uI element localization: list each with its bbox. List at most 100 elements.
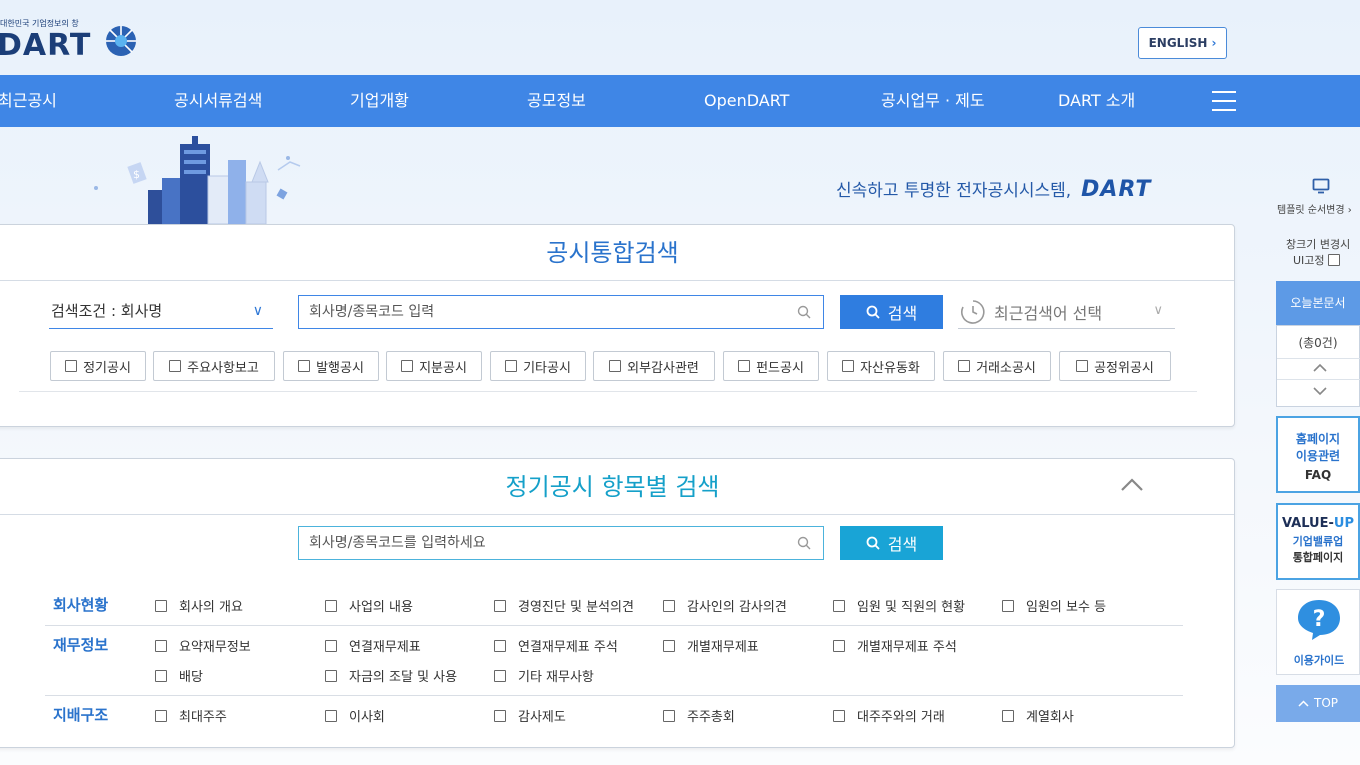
chevron-down-icon[interactable] (1313, 386, 1327, 396)
checkbox-icon (958, 360, 971, 372)
option-business-content[interactable]: 사업의 내용 (325, 596, 413, 615)
ui-fix-toggle[interactable]: UI고정 (1293, 252, 1340, 268)
nav-item-recent[interactable]: 최근공시 (0, 75, 57, 127)
company-search-input[interactable]: 회사명/종목코드 입력 (298, 295, 824, 329)
option-executives-employees[interactable]: 임원 및 직원의 현황 (833, 596, 965, 615)
nav-item-document-search[interactable]: 공시서류검색 (174, 75, 262, 127)
option-major-shareholder-transactions[interactable]: 대주주와의 거래 (833, 706, 945, 725)
chevron-down-icon: ∨ (252, 303, 263, 319)
search-condition-value: 검색조건 : 회사명 (51, 302, 163, 320)
chevron-down-icon: ∨ (1153, 303, 1163, 318)
english-button[interactable]: ENGLISH › (1138, 27, 1227, 59)
option-label: 임원 및 직원의 현황 (857, 600, 966, 615)
option-label: 감사인의 감사의견 (687, 600, 787, 615)
option-audit-system[interactable]: 감사제도 (494, 706, 566, 725)
option-dividends[interactable]: 배당 (155, 666, 203, 685)
regular-search-button[interactable]: 검색 (840, 526, 943, 560)
slogan: 신속하고 투명한 전자공시시스템, DART (836, 176, 1151, 202)
checkbox-icon (325, 709, 337, 722)
filter-label: 지분공시 (419, 360, 467, 376)
checkbox-icon (494, 599, 506, 612)
recent-search-select[interactable]: 최근검색어 선택 ∨ (958, 295, 1175, 329)
nav-item-company[interactable]: 기업개황 (350, 75, 409, 127)
svg-text:?: ? (1313, 607, 1326, 632)
option-label: 대주주와의 거래 (857, 710, 945, 725)
option-consolidated-notes[interactable]: 연결재무제표 주석 (494, 636, 618, 655)
nav-item-disclosure-system[interactable]: 공시업무 · 제도 (881, 75, 985, 127)
filter-issuance[interactable]: 발행공시 (283, 351, 379, 381)
option-shareholders-meeting[interactable]: 주주총회 (663, 706, 735, 725)
option-label: 연결재무제표 주석 (518, 640, 618, 655)
user-guide-link[interactable]: ? 이용가이드 (1276, 589, 1360, 675)
filter-major-report[interactable]: 주요사항보고 (153, 351, 275, 381)
option-label: 경영진단 및 분석의견 (518, 600, 634, 615)
filter-equity[interactable]: 지분공시 (386, 351, 482, 381)
top-header: 대한민국 기업정보의 창 DART ENGLISH › (0, 0, 1360, 75)
svg-text:$: $ (133, 168, 140, 181)
option-executive-compensation[interactable]: 임원의 보수 등 (1002, 596, 1106, 615)
filter-exchange[interactable]: 거래소공시 (943, 351, 1051, 381)
filter-ftc[interactable]: 공정위공시 (1059, 351, 1171, 381)
nav-item-offering[interactable]: 공모정보 (527, 75, 586, 127)
filter-external-audit[interactable]: 외부감사관련 (593, 351, 715, 381)
option-management-analysis[interactable]: 경영진단 및 분석의견 (494, 596, 634, 615)
checkbox-icon (1327, 254, 1340, 266)
option-summary-financials[interactable]: 요약재무정보 (155, 636, 251, 655)
template-order-link[interactable]: 템플릿 순서변경 › (1277, 201, 1352, 216)
monitor-icon[interactable] (1312, 178, 1330, 194)
search-button-label: 검색 (887, 304, 918, 323)
option-board[interactable]: 이사회 (325, 706, 385, 725)
top-button[interactable]: TOP (1276, 685, 1360, 722)
divider (45, 695, 1183, 696)
option-label: 최대주주 (179, 710, 227, 725)
category-financial-info: 재무정보 (53, 636, 109, 654)
english-label: ENGLISH (1148, 36, 1208, 50)
filter-asset-securitization[interactable]: 자산유동화 (827, 351, 935, 381)
checkbox-icon (663, 599, 675, 612)
option-affiliates[interactable]: 계열회사 (1002, 706, 1074, 725)
option-funding-usage[interactable]: 자금의 조달 및 사용 (325, 666, 457, 685)
nav-item-about[interactable]: DART 소개 (1058, 75, 1135, 127)
slogan-brand: DART (1081, 177, 1152, 202)
filter-fund[interactable]: 펀드공시 (723, 351, 819, 381)
option-company-overview[interactable]: 회사의 개요 (155, 596, 243, 615)
filter-label: 기타공시 (523, 360, 571, 376)
integrated-search-button[interactable]: 검색 (840, 295, 943, 329)
option-separate-statements[interactable]: 개별재무제표 (663, 636, 759, 655)
checkbox-icon (401, 360, 414, 372)
checkbox-icon (1002, 599, 1014, 612)
valueup-title-b: UP (1333, 516, 1354, 531)
filter-other[interactable]: 기타공시 (490, 351, 586, 381)
chevron-up-icon[interactable] (1313, 363, 1327, 373)
checkbox-icon (663, 709, 675, 722)
option-largest-shareholder[interactable]: 최대주주 (155, 706, 227, 725)
checkbox-icon (494, 639, 506, 652)
today-docs-count: (총0건) (1298, 336, 1338, 350)
option-label: 요약재무정보 (179, 640, 251, 655)
integrated-search-title: 공시통합검색 (0, 225, 1234, 281)
option-other-financial[interactable]: 기타 재무사항 (494, 666, 594, 685)
option-label: 계열회사 (1026, 710, 1074, 725)
dart-logo[interactable]: 대한민국 기업정보의 창 DART (0, 18, 140, 63)
faq-link[interactable]: 홈페이지 이용관련 FAQ (1276, 416, 1360, 493)
hamburger-menu-icon[interactable] (1212, 91, 1236, 111)
checkbox-icon (325, 669, 337, 682)
city-buildings-illustration: $ (94, 136, 301, 224)
checkbox-icon (833, 599, 845, 612)
integrated-search-panel: 공시통합검색 검색조건 : 회사명 ∨ 회사명/종목코드 입력 검색 최근검색어… (0, 224, 1235, 427)
checkbox-icon (1076, 360, 1089, 372)
option-consolidated-statements[interactable]: 연결재무제표 (325, 636, 421, 655)
valueup-link[interactable]: VALUE-UP 기업밸류업 통합페이지 (1276, 503, 1360, 580)
option-auditor-opinion[interactable]: 감사인의 감사의견 (663, 596, 787, 615)
regular-company-input[interactable]: 회사명/종목코드를 입력하세요 (298, 526, 824, 560)
filter-label: 정기공시 (83, 360, 131, 376)
option-label: 개별재무제표 (687, 640, 759, 655)
search-condition-select[interactable]: 검색조건 : 회사명 ∨ (49, 295, 273, 329)
nav-item-opendart[interactable]: OpenDART (704, 75, 789, 127)
option-label: 회사의 개요 (179, 600, 243, 615)
category-governance: 지배구조 (53, 706, 109, 724)
checkbox-icon (609, 360, 622, 372)
chevron-up-icon[interactable] (1119, 475, 1145, 495)
filter-regular[interactable]: 정기공시 (50, 351, 146, 381)
option-separate-notes[interactable]: 개별재무제표 주석 (833, 636, 957, 655)
